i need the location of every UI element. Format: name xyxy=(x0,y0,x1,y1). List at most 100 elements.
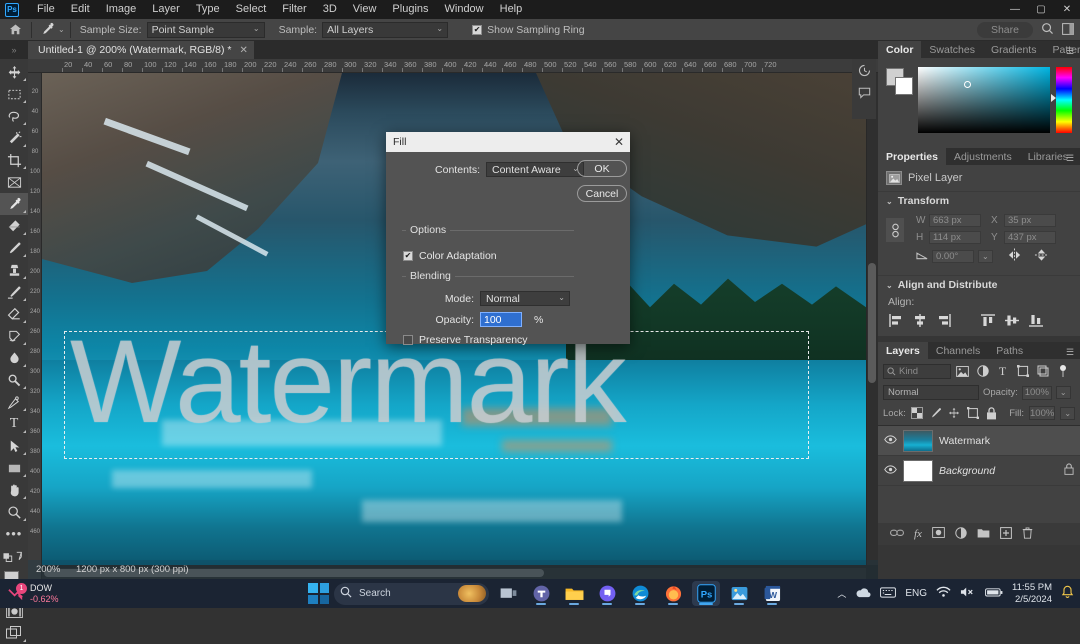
chevron-down-icon[interactable]: ⌄ xyxy=(978,250,993,263)
tool-preset-caret-icon[interactable]: ⌄ xyxy=(58,25,65,34)
cancel-button[interactable]: Cancel xyxy=(577,185,627,202)
filter-smart-object-icon[interactable] xyxy=(1034,363,1051,379)
angle-input[interactable]: 0.00° xyxy=(932,250,974,263)
wifi-icon[interactable] xyxy=(936,586,951,601)
align-left-icon[interactable] xyxy=(888,312,904,328)
lock-image-pixels-icon[interactable] xyxy=(929,405,943,421)
edge-icon[interactable] xyxy=(626,581,654,606)
tab-color[interactable]: Color xyxy=(878,41,921,58)
workspace-icon[interactable] xyxy=(1062,23,1074,38)
color-adaptation-checkbox[interactable]: ✔ Color Adaptation xyxy=(403,250,497,262)
link-width-height-icon[interactable] xyxy=(886,218,904,242)
show-sampling-ring-checkbox[interactable]: ✔ Show Sampling Ring xyxy=(472,24,584,36)
y-input[interactable]: 437 px xyxy=(1004,231,1056,244)
layer-thumbnail[interactable] xyxy=(903,460,933,482)
hand-tool[interactable] xyxy=(0,479,28,501)
width-input[interactable]: 663 px xyxy=(929,214,981,227)
firefox-icon[interactable] xyxy=(659,581,687,606)
comments-panel-icon[interactable] xyxy=(852,81,876,103)
menu-select[interactable]: Select xyxy=(228,0,275,19)
dodge-tool[interactable] xyxy=(0,369,28,391)
close-button[interactable]: ✕ xyxy=(1054,0,1080,19)
dock-collapse-icon[interactable]: » xyxy=(0,41,28,59)
lock-transparent-pixels-icon[interactable] xyxy=(911,405,925,421)
frame-tool[interactable] xyxy=(0,171,28,193)
fill-dialog-titlebar[interactable]: Fill ✕ xyxy=(386,132,630,152)
background-color-swatch[interactable] xyxy=(895,77,913,95)
layer-row-background[interactable]: Background xyxy=(878,456,1080,486)
word-icon[interactable]: W xyxy=(758,581,786,606)
preserve-transparency-checkbox[interactable]: Preserve Transparency xyxy=(403,334,528,346)
lasso-tool[interactable] xyxy=(0,105,28,127)
hue-slider[interactable] xyxy=(1056,67,1072,133)
canvas-vertical-scrollbar[interactable] xyxy=(867,73,878,565)
photoshop-icon[interactable]: Ps xyxy=(692,581,720,606)
menu-layer[interactable]: Layer xyxy=(144,0,188,19)
menu-image[interactable]: Image xyxy=(98,0,145,19)
filter-adjustment-icon[interactable] xyxy=(974,363,991,379)
flip-vertical-icon[interactable] xyxy=(1034,248,1049,265)
tab-paths[interactable]: Paths xyxy=(988,342,1031,359)
magic-wand-tool[interactable] xyxy=(0,127,28,149)
ok-button[interactable]: OK xyxy=(577,160,627,177)
layer-visibility-icon[interactable] xyxy=(884,465,897,477)
fill-dialog[interactable]: Fill ✕ Contents: Content Aware ⌄ OK Canc… xyxy=(386,132,630,344)
menu-edit[interactable]: Edit xyxy=(63,0,98,19)
eraser-tool[interactable] xyxy=(0,303,28,325)
path-selection-tool[interactable] xyxy=(0,435,28,457)
chevron-down-icon[interactable]: ⌄ xyxy=(1060,407,1075,420)
align-middle-vertical-icon[interactable] xyxy=(1004,312,1020,328)
document-tab-close-icon[interactable]: ✕ xyxy=(240,45,248,56)
move-tool[interactable] xyxy=(0,61,28,83)
panel-menu-icon[interactable]: ☰ xyxy=(1066,46,1075,57)
layer-opacity-value[interactable]: 100% xyxy=(1022,386,1052,400)
mode-select[interactable]: Normal ⌄ xyxy=(480,291,570,306)
layers-fill-value[interactable]: 100% xyxy=(1029,406,1055,420)
rectangular-select-tool[interactable] xyxy=(0,83,28,105)
pen-tool[interactable] xyxy=(0,391,28,413)
tab-adjustments[interactable]: Adjustments xyxy=(946,148,1020,165)
taskview-icon[interactable] xyxy=(494,581,522,606)
eyedropper-icon[interactable] xyxy=(37,20,57,40)
file-explorer-icon[interactable] xyxy=(560,581,588,606)
tray-chevron-up-icon[interactable]: ︿ xyxy=(837,587,846,600)
menu-window[interactable]: Window xyxy=(437,0,492,19)
rectangle-tool[interactable] xyxy=(0,457,28,479)
align-right-icon[interactable] xyxy=(936,312,952,328)
contents-select[interactable]: Content Aware ⌄ xyxy=(486,162,584,177)
photos-icon[interactable] xyxy=(725,581,753,606)
menu-file[interactable]: File xyxy=(29,0,63,19)
viber-icon[interactable] xyxy=(593,581,621,606)
clone-stamp-tool[interactable] xyxy=(0,259,28,281)
close-icon[interactable]: ✕ xyxy=(614,135,624,149)
lock-all-icon[interactable] xyxy=(985,405,999,421)
menu-filter[interactable]: Filter xyxy=(274,0,314,19)
opacity-input[interactable]: 100 xyxy=(480,312,522,327)
layer-blend-mode-select[interactable]: Normal xyxy=(883,385,979,400)
search-icon[interactable] xyxy=(1041,22,1054,38)
type-tool[interactable]: T xyxy=(0,413,28,435)
crop-tool[interactable] xyxy=(0,149,28,171)
layer-style-fx-icon[interactable]: fx xyxy=(914,528,922,540)
teams-icon[interactable] xyxy=(527,581,555,606)
transform-section-header[interactable]: ⌄ Transform xyxy=(878,191,1080,210)
notification-bell-icon[interactable] xyxy=(1061,585,1074,602)
filter-pixel-icon[interactable] xyxy=(954,363,971,379)
layer-filter-kind-select[interactable]: Kind xyxy=(883,364,951,379)
copilot-pie-icon[interactable] xyxy=(458,585,486,602)
add-layer-mask-icon[interactable] xyxy=(932,527,945,541)
sample-select[interactable]: All Layers ⌄ xyxy=(322,22,448,38)
document-tab[interactable]: Untitled-1 @ 200% (Watermark, RGB/8) * ✕ xyxy=(28,41,254,59)
filter-shape-icon[interactable] xyxy=(1014,363,1031,379)
color-panel-swatches[interactable] xyxy=(886,68,912,94)
gradient-tool[interactable] xyxy=(0,325,28,347)
layer-visibility-icon[interactable] xyxy=(884,435,897,447)
taskbar-stock-widget[interactable]: 1 DOW -0.62% xyxy=(0,583,250,605)
new-layer-icon[interactable] xyxy=(1000,527,1012,542)
scrollbar-thumb[interactable] xyxy=(868,263,876,383)
layer-row-watermark[interactable]: Watermark xyxy=(878,426,1080,456)
link-layers-icon[interactable] xyxy=(890,528,904,541)
keyboard-icon[interactable] xyxy=(880,587,896,601)
onedrive-icon[interactable] xyxy=(855,587,871,601)
minimize-button[interactable]: — xyxy=(1002,0,1028,19)
